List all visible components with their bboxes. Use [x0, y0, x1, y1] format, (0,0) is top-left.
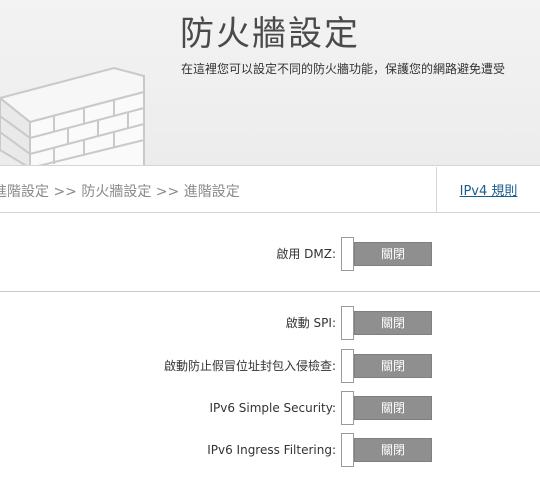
toggle-knob: [341, 349, 354, 383]
toggle-state-label: 關閉: [354, 354, 432, 378]
dmz-toggle[interactable]: 關閉: [341, 237, 433, 271]
page-description: 在這裡您可以設定不同的防火牆功能，保護您的網路避免遭受: [181, 62, 506, 76]
ipv6-ingress-filtering-row: IPv6 Ingress Filtering: 關閉: [0, 433, 540, 467]
dmz-label: 啟用 DMZ:: [276, 247, 336, 261]
firewall-wall-icon: [0, 66, 145, 165]
spi-setting-row: 啟動 SPI: 關閉: [0, 306, 540, 340]
toggle-state-label: 關閉: [354, 396, 432, 420]
toggle-knob: [341, 306, 354, 340]
anti-spoof-label: 啟動防止假冒位址封包入侵檢查:: [163, 359, 336, 373]
spi-label: 啟動 SPI:: [285, 316, 336, 330]
ipv6-simple-security-label: IPv6 Simple Security:: [209, 401, 336, 415]
section-divider: [0, 291, 540, 292]
toggle-state-label: 關閉: [354, 311, 432, 335]
ipv6-simple-security-row: IPv6 Simple Security: 關閉: [0, 391, 540, 425]
page-title: 防火牆設定: [180, 14, 360, 54]
ipv6-ingress-filtering-label: IPv6 Ingress Filtering:: [207, 443, 336, 457]
toggle-state-label: 關閉: [354, 242, 432, 266]
ipv6-ingress-filtering-toggle[interactable]: 關閉: [341, 433, 433, 467]
dmz-setting-row: 啟用 DMZ: 關閉: [0, 237, 540, 271]
toggle-state-label: 關閉: [354, 438, 432, 462]
toggle-knob: [341, 391, 354, 425]
ipv4-rules-link[interactable]: IPv4 規則: [460, 180, 518, 199]
toggle-knob: [341, 433, 354, 467]
anti-spoof-setting-row: 啟動防止假冒位址封包入侵檢查: 關閉: [0, 349, 540, 383]
anti-spoof-toggle[interactable]: 關閉: [341, 349, 433, 383]
ipv6-simple-security-toggle[interactable]: 關閉: [341, 391, 433, 425]
navigation-bar: 進階設定 >> 防火牆設定 >> 進階設定 IPv4 規則: [0, 167, 540, 213]
ipv4-rules-tab[interactable]: IPv4 規則: [436, 167, 540, 212]
toggle-knob: [341, 237, 354, 271]
page-header: 防火牆設定 在這裡您可以設定不同的防火牆功能，保護您的網路避免遭受: [0, 0, 540, 166]
spi-toggle[interactable]: 關閉: [341, 306, 433, 340]
breadcrumb: 進階設定 >> 防火牆設定 >> 進階設定: [0, 184, 240, 200]
